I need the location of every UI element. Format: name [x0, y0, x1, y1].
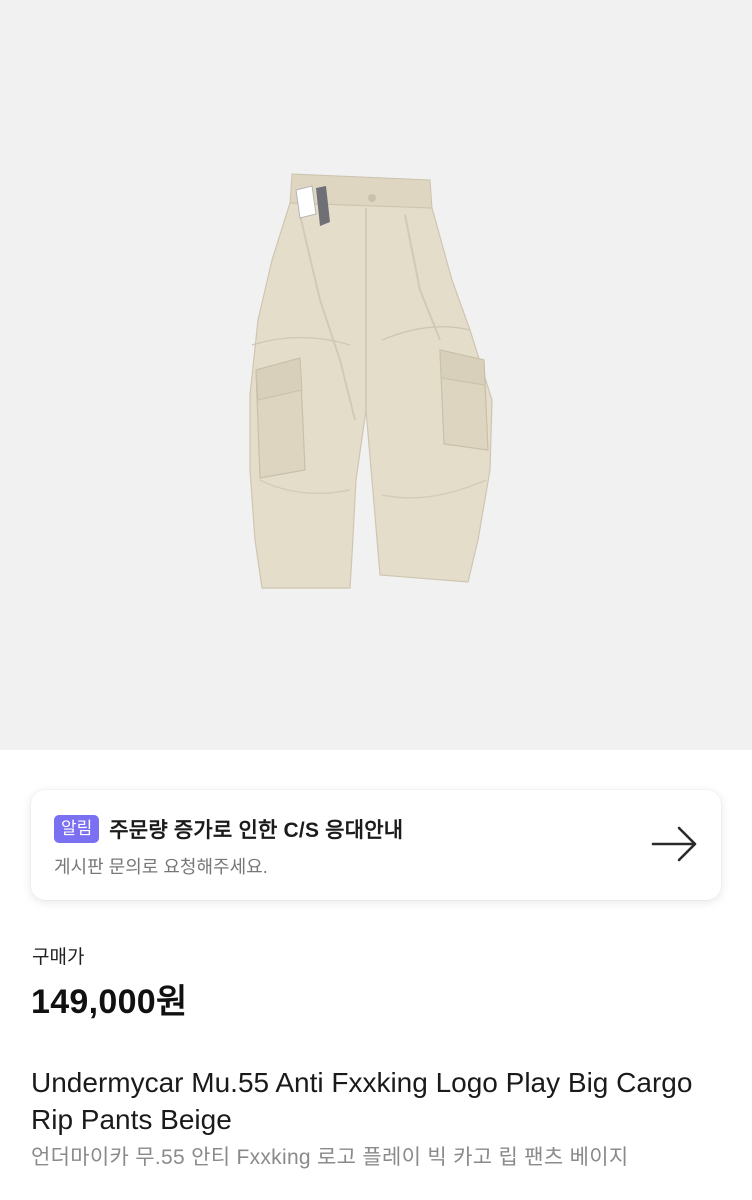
- arrow-right-icon[interactable]: [651, 824, 699, 864]
- notice-badge: 알림: [54, 815, 100, 843]
- product-image[interactable]: [0, 0, 752, 750]
- notice-title-row: 알림 주문량 증가로 인한 C/S 응대안내: [54, 814, 403, 844]
- notice-subtitle: 게시판 문의로 요청해주세요.: [54, 857, 268, 877]
- price-label: 구매가: [32, 947, 85, 968]
- notice-title: 주문량 증가로 인한 C/S 응대안내: [109, 819, 404, 842]
- product-title-ko: 언더마이카 무.55 안티 Fxxking 로고 플레이 빅 카고 립 팬츠 베…: [31, 1146, 629, 1169]
- price-value: 149,000원: [31, 983, 188, 1021]
- product-detail-page: 알림 주문량 증가로 인한 C/S 응대안내 게시판 문의로 요청해주세요. 구…: [0, 0, 752, 1200]
- pants-illustration: [249, 173, 493, 589]
- cs-notice-banner[interactable]: 알림 주문량 증가로 인한 C/S 응대안내 게시판 문의로 요청해주세요.: [31, 790, 721, 900]
- product-title-en: Undermycar Mu.55 Anti Fxxking Logo Play …: [31, 1067, 693, 1135]
